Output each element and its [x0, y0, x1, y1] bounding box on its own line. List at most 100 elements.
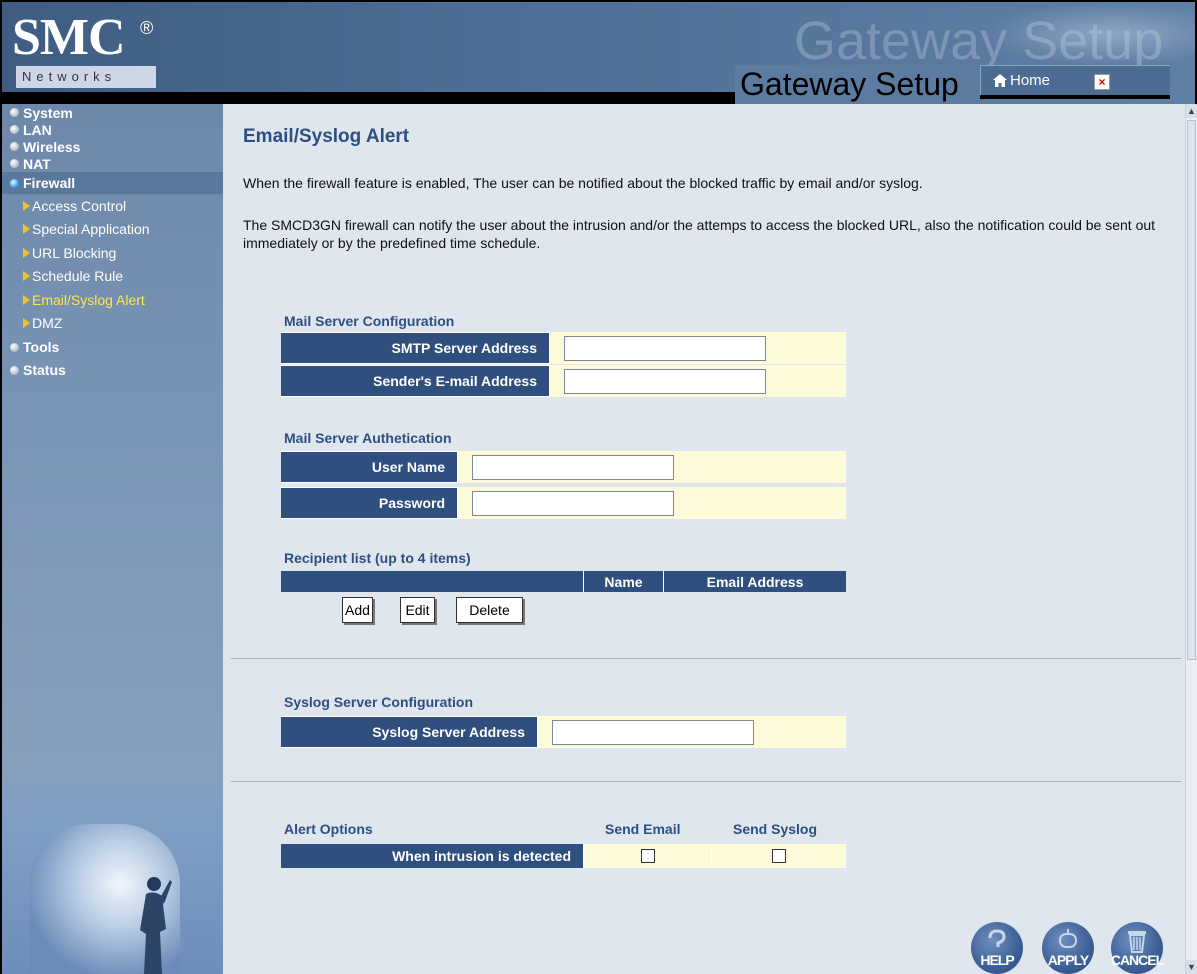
page-title: Email/Syslog Alert: [243, 126, 410, 147]
send-syslog-cell: [712, 844, 846, 868]
smtp-cell: [550, 332, 846, 364]
alert-options-heading: Alert Options: [284, 821, 373, 837]
mouse-icon: [1059, 929, 1077, 948]
password-input[interactable]: [472, 490, 674, 516]
syslog-row: Syslog Server Address: [281, 716, 846, 748]
sidebar-subitem-email-syslog-alert[interactable]: Email/Syslog Alert: [2, 288, 223, 312]
scrollbar-thumb[interactable]: [1187, 120, 1196, 660]
delete-button[interactable]: Delete: [456, 597, 523, 623]
sender-row: Sender's E-mail Address: [281, 365, 846, 397]
description-2: The SMCD3GN firewall can notify the user…: [243, 217, 1156, 251]
sidebar-item-firewall[interactable]: Firewall: [2, 172, 223, 194]
arrow-right-icon: [23, 200, 30, 211]
logo-subtitle: Networks: [16, 66, 156, 88]
smtp-server-input[interactable]: [564, 335, 766, 361]
main-content: Email/Syslog Alert When the firewall fea…: [223, 104, 1185, 974]
sidebar-item-label: Firewall: [23, 175, 76, 191]
scroll-up-icon[interactable]: ▲: [1186, 104, 1197, 118]
username-cell: [458, 451, 846, 483]
send-syslog-header: Send Syslog: [733, 821, 818, 837]
sidebar-item-system[interactable]: System: [2, 104, 223, 121]
column-header-select: [281, 571, 584, 592]
sender-label: Sender's E-mail Address: [281, 365, 550, 397]
sender-cell: [550, 365, 846, 397]
home-tab: Home ×: [980, 65, 1170, 95]
cancel-button[interactable]: CANCEL: [1111, 922, 1164, 974]
help-button[interactable]: HELP: [971, 922, 1023, 974]
vertical-scrollbar[interactable]: ▲ ▼: [1185, 104, 1197, 974]
sidebar-subitem-label: URL Blocking: [32, 244, 117, 261]
arrow-right-icon: [23, 294, 30, 305]
trash-icon: [1128, 931, 1146, 953]
section-divider: [231, 781, 1181, 782]
bullet-icon: [10, 159, 19, 168]
sidebar-item-label: Status: [23, 362, 66, 378]
sidebar-subitem-dmz[interactable]: DMZ: [2, 312, 223, 336]
sidebar-subitem-label: Access Control: [32, 197, 127, 214]
smtp-label: SMTP Server Address: [281, 332, 550, 364]
sidebar-subitem-url-blocking[interactable]: URL Blocking: [2, 241, 223, 265]
home-link[interactable]: Home: [993, 72, 1050, 89]
apply-button[interactable]: APPLY: [1042, 922, 1094, 974]
description-1: When the firewall feature is enabled, Th…: [243, 175, 923, 191]
logo-registered-mark: ®: [140, 18, 154, 38]
password-row: Password: [281, 487, 846, 519]
sidebar-item-status[interactable]: Status: [2, 359, 223, 381]
username-input[interactable]: [472, 454, 674, 480]
intrusion-label: When intrusion is detected: [281, 844, 584, 868]
send-email-cell: [584, 844, 712, 868]
sidebar-subitem-schedule-rule[interactable]: Schedule Rule: [2, 265, 223, 289]
bullet-icon: [10, 142, 19, 151]
password-label: Password: [281, 487, 458, 519]
edit-button[interactable]: Edit: [400, 597, 435, 623]
username-label: User Name: [281, 451, 458, 483]
header-decoration: [982, 2, 1195, 66]
mail-server-heading: Mail Server Configuration: [284, 313, 455, 329]
sidebar-item-label: System: [23, 104, 73, 121]
sidebar-item-label: LAN: [23, 121, 52, 138]
send-syslog-checkbox[interactable]: [772, 849, 786, 863]
question-icon: [988, 929, 1006, 947]
sidebar-item-label: Tools: [23, 339, 60, 355]
sidebar-item-wireless[interactable]: Wireless: [2, 138, 223, 155]
bullet-icon: [10, 342, 19, 352]
password-cell: [458, 487, 846, 519]
sidebar-subitem-label: DMZ: [32, 315, 63, 332]
syslog-server-input[interactable]: [552, 719, 754, 745]
add-button[interactable]: Add: [342, 597, 373, 623]
sidebar-item-lan[interactable]: LAN: [2, 121, 223, 138]
sender-email-input[interactable]: [564, 368, 766, 394]
bullet-icon: [10, 365, 19, 375]
smtp-row: SMTP Server Address: [281, 332, 846, 364]
sidebar-subitem-access-control[interactable]: Access Control: [2, 194, 223, 218]
person-silhouette: [140, 877, 172, 974]
arrow-right-icon: [23, 318, 30, 329]
arrow-right-icon: [23, 271, 30, 282]
arrow-right-icon: [23, 247, 30, 258]
syslog-label: Syslog Server Address: [281, 716, 538, 748]
sidebar-item-tools[interactable]: Tools: [2, 335, 223, 359]
send-email-checkbox[interactable]: [640, 849, 655, 863]
send-email-header: Send Email: [605, 821, 681, 837]
sidebar-item-label: Wireless: [23, 138, 81, 155]
column-header-name: Name: [584, 571, 664, 592]
home-label: Home: [1010, 72, 1051, 89]
column-header-email: Email Address: [664, 571, 846, 592]
syslog-cell: [538, 716, 846, 748]
close-icon[interactable]: ×: [1094, 74, 1110, 90]
header-banner: SMC ® Networks Gateway Setup Gateway Set…: [0, 0, 1197, 104]
mail-auth-heading: Mail Server Authetication: [284, 430, 452, 446]
recipient-heading: Recipient list (up to 4 items): [284, 550, 471, 566]
syslog-heading: Syslog Server Configuration: [284, 694, 474, 710]
logo-text: SMC: [12, 9, 126, 66]
section-divider: [231, 658, 1181, 659]
recipient-table-header: Name Email Address: [281, 571, 846, 592]
arrow-right-icon: [23, 224, 30, 235]
header-black-bar: [2, 92, 735, 104]
sidebar-subitem-special-application[interactable]: Special Application: [2, 218, 223, 242]
sidebar-item-nat[interactable]: NAT: [2, 155, 223, 172]
scroll-down-icon[interactable]: ▼: [1186, 960, 1197, 974]
home-icon: [993, 74, 1007, 87]
header-title: Gateway Setup: [740, 66, 959, 102]
bullet-icon: [10, 108, 19, 117]
